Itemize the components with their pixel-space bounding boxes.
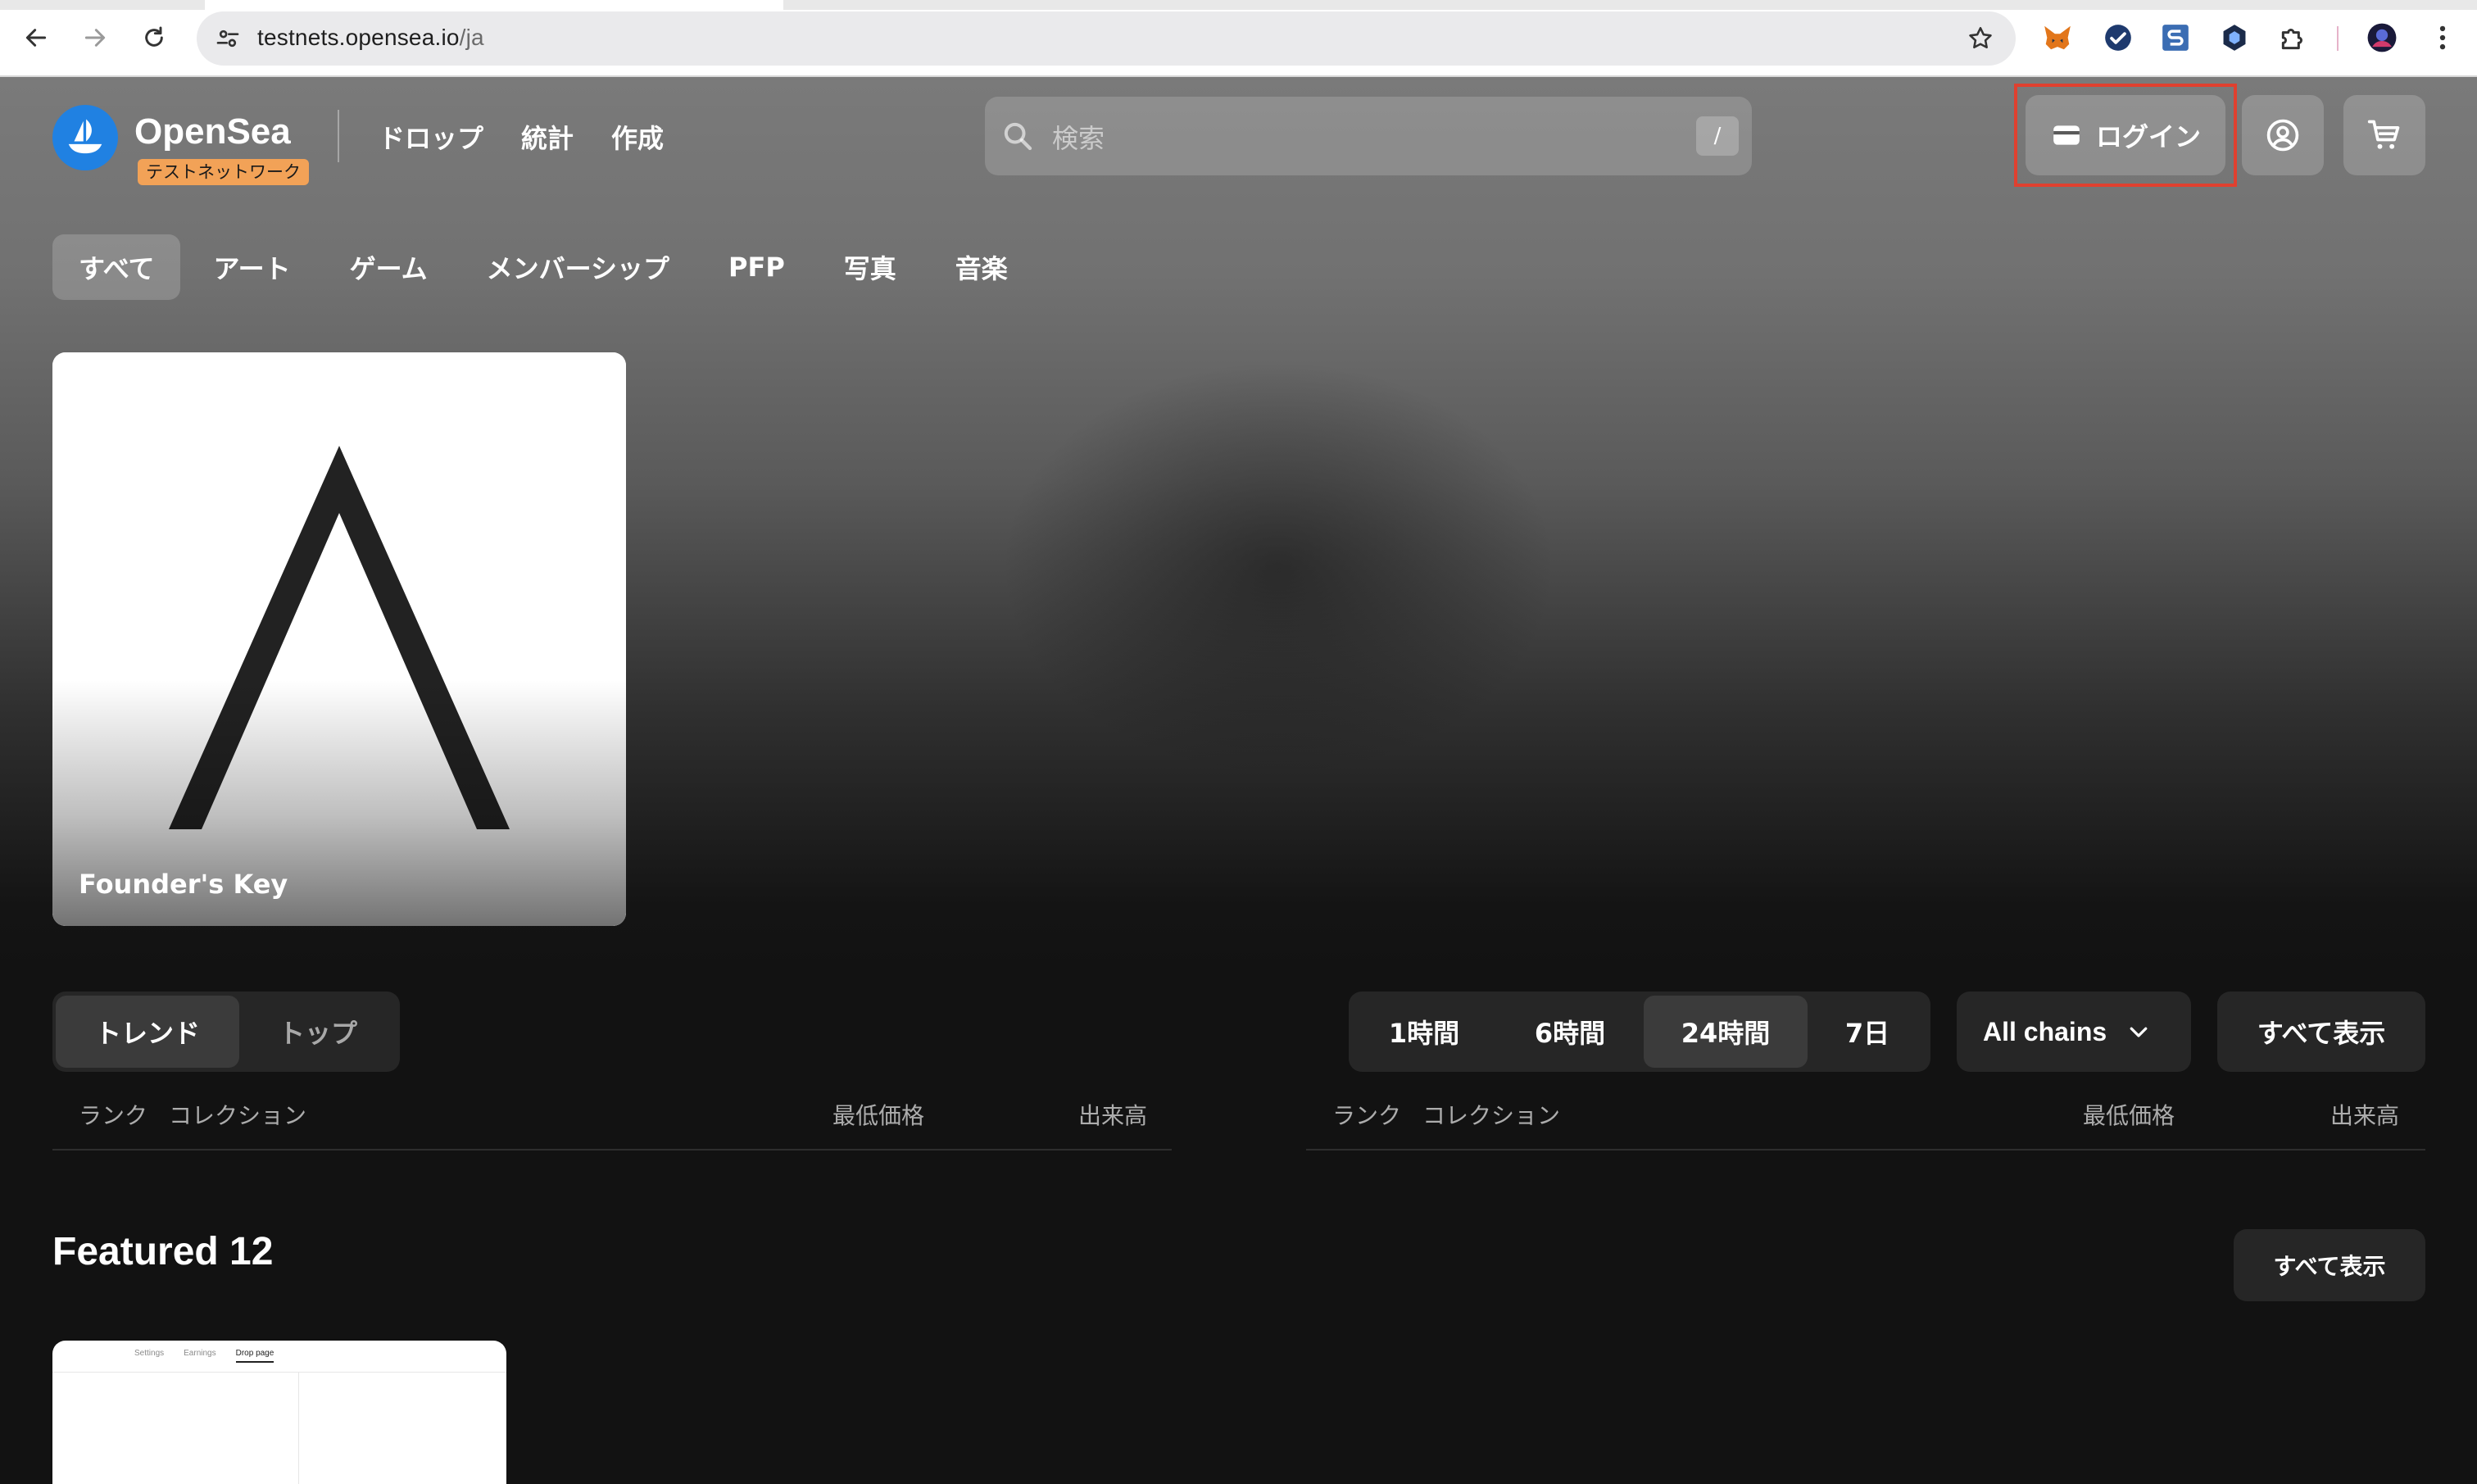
- search-shortcut-key: /: [1696, 116, 1739, 156]
- search-icon: [1004, 122, 1032, 151]
- left-table-header: ランク コレクション 最低価格 出来高: [52, 1090, 1172, 1150]
- bookmark-star-icon[interactable]: [1967, 25, 1994, 52]
- col-collection: コレクション: [1422, 1102, 1561, 1129]
- card-preview-divider: [52, 1372, 506, 1373]
- url-host: testnets.opensea.io: [257, 25, 460, 50]
- col-floor-price[interactable]: 最低価格: [832, 1098, 924, 1131]
- s-extension-button[interactable]: [2158, 20, 2193, 55]
- cart-button[interactable]: [2343, 95, 2425, 175]
- fox-extension-button[interactable]: [2040, 20, 2075, 55]
- view-all-button[interactable]: すべて表示: [2217, 992, 2425, 1072]
- card-preview-tab: Settings: [134, 1349, 165, 1358]
- nav-drops[interactable]: ドロップ: [379, 118, 483, 156]
- tab-pfp[interactable]: PFP: [702, 234, 811, 300]
- puzzle-extensions-icon: [2281, 29, 2302, 50]
- hex-shield-extension-icon: [2223, 25, 2246, 51]
- arrow-right-icon: [84, 29, 106, 47]
- fox-extension-icon: [2044, 25, 2071, 50]
- search-input[interactable]: 検索 /: [985, 97, 1752, 175]
- address-bar[interactable]: testnets.opensea.io/ja: [197, 11, 2016, 66]
- profile-avatar-button[interactable]: [2365, 20, 2399, 55]
- tab-photography[interactable]: 写真: [818, 234, 923, 300]
- featured-view-all-button[interactable]: すべて表示: [2234, 1229, 2425, 1301]
- url-path: /ja: [459, 25, 484, 50]
- col-volume[interactable]: 出来高: [2330, 1098, 2399, 1131]
- rank-toggle: トレンド トップ: [52, 992, 400, 1072]
- chain-select[interactable]: All chains: [1957, 992, 2191, 1072]
- user-circle-icon: [2266, 119, 2299, 152]
- chain-select-label: All chains: [1983, 1016, 2107, 1046]
- right-table-header: ランク コレクション 最低価格 出来高: [1306, 1090, 2425, 1150]
- tab-gaming[interactable]: ゲーム: [324, 234, 454, 300]
- toolbar-separator: [2337, 26, 2339, 51]
- featured-collection-card[interactable]: Founder's Key: [52, 352, 626, 926]
- col-floor-price[interactable]: 最低価格: [2083, 1098, 2175, 1131]
- shopping-cart-icon: [2367, 120, 2400, 149]
- arrow-left-icon: [25, 29, 47, 47]
- wallet-icon: [2053, 125, 2080, 145]
- card-preview-tabs: Settings Earnings Drop page: [134, 1349, 274, 1363]
- nav-create[interactable]: 作成: [611, 118, 664, 156]
- login-button[interactable]: ログイン: [2026, 95, 2225, 175]
- extensions-menu-button[interactable]: [2276, 20, 2311, 55]
- forward-button[interactable]: [74, 16, 116, 59]
- tab-art[interactable]: アート: [187, 234, 316, 300]
- active-tab-indicator: [205, 0, 783, 10]
- time-range-toggle: 1時間 6時間 24時間 7日: [1349, 992, 1930, 1072]
- sailboat-logo-icon: [68, 119, 102, 154]
- collection-title: Founder's Key: [79, 869, 288, 900]
- login-label: ログイン: [2095, 121, 2201, 152]
- check-badge-extension-icon: [2105, 25, 2131, 51]
- card-preview-tab: Earnings: [184, 1349, 216, 1358]
- tab-strip: [0, 0, 2477, 10]
- main-nav: ドロップ 統計 作成: [379, 118, 664, 156]
- card-preview-column-divider: [298, 1372, 299, 1484]
- col-volume[interactable]: 出来高: [1078, 1098, 1147, 1131]
- check-extension-button[interactable]: [2101, 20, 2135, 55]
- site-settings-icon[interactable]: [215, 25, 241, 52]
- toggle-24h[interactable]: 24時間: [1644, 996, 1808, 1068]
- hex-extension-button[interactable]: [2217, 20, 2252, 55]
- chevron-down-icon: [2130, 1027, 2148, 1037]
- testnet-badge: テストネットワーク: [138, 159, 309, 185]
- back-button[interactable]: [15, 16, 57, 59]
- header-divider: [338, 110, 339, 162]
- browser-menu-button[interactable]: [2425, 20, 2460, 55]
- featured-section-title: Featured 12: [52, 1230, 274, 1273]
- reload-icon: [145, 26, 163, 47]
- toggle-1h[interactable]: 1時間: [1352, 996, 1496, 1068]
- s-extension-icon: [2162, 25, 2189, 51]
- col-rank: ランク: [79, 1102, 148, 1129]
- url-text: testnets.opensea.io/ja: [257, 25, 484, 51]
- toggle-top[interactable]: トップ: [239, 996, 397, 1068]
- card-preview-tab-active: Drop page: [235, 1349, 274, 1363]
- tab-all[interactable]: すべて: [52, 234, 181, 300]
- col-collection: コレクション: [169, 1102, 307, 1129]
- reload-button[interactable]: [133, 16, 175, 59]
- browser-toolbar: testnets.opensea.io/ja: [0, 0, 2477, 77]
- featured-drop-card[interactable]: Settings Earnings Drop page: [52, 1341, 506, 1484]
- toggle-6h[interactable]: 6時間: [1496, 996, 1644, 1068]
- category-tabs: すべて アート ゲーム メンバーシップ PFP 写真 音楽: [52, 234, 1034, 300]
- search-placeholder: 検索: [1052, 123, 1105, 154]
- toggle-trending[interactable]: トレンド: [56, 996, 239, 1068]
- col-rank: ランク: [1332, 1102, 1402, 1129]
- profile-avatar-icon: [2367, 23, 2397, 52]
- tab-memberships[interactable]: メンバーシップ: [460, 234, 696, 300]
- brand-name[interactable]: OpenSea: [134, 111, 291, 152]
- opensea-logo[interactable]: [52, 105, 118, 170]
- nav-stats[interactable]: 統計: [521, 118, 574, 156]
- kebab-menu-icon: [2439, 25, 2446, 50]
- tab-music[interactable]: 音楽: [929, 234, 1034, 300]
- account-button[interactable]: [2242, 95, 2324, 175]
- toggle-7d[interactable]: 7日: [1808, 996, 1927, 1068]
